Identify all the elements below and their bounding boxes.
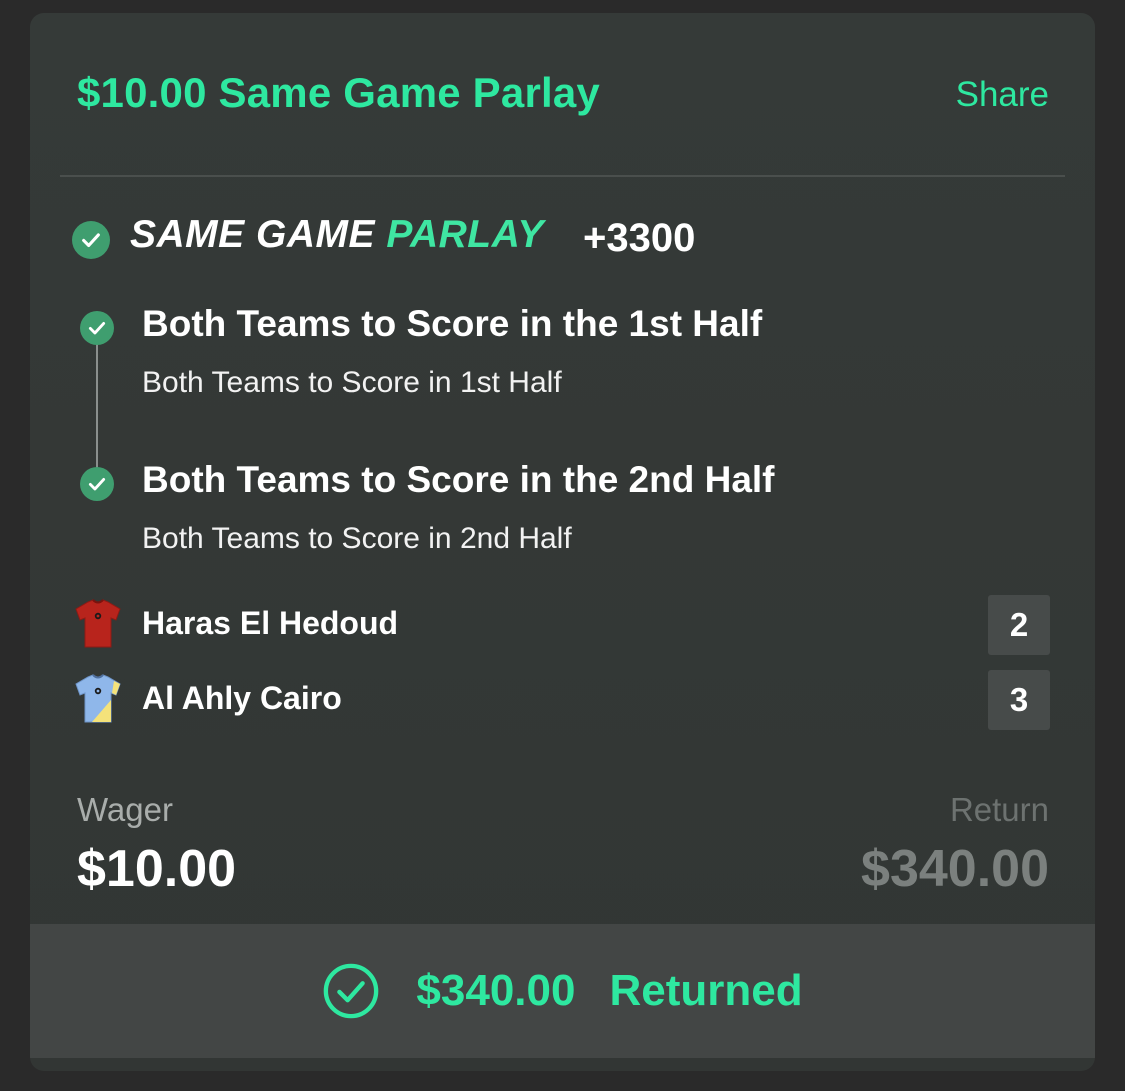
bet-title: $10.00 Same Game Parlay <box>77 69 600 116</box>
team-score: 3 <box>988 670 1050 730</box>
return-label: Return <box>949 791 1049 828</box>
bet-card: $10.00 Same Game Parlay Share SAME GAME … <box>30 13 1095 1071</box>
return-value: $340.00 <box>861 840 1049 898</box>
parlay-odds: +3300 <box>583 216 696 260</box>
team-row: Al Ahly Cairo 3 <box>74 670 1050 730</box>
wager-label: Wager <box>77 791 173 828</box>
blue-yellow-jersey-icon <box>75 674 121 723</box>
check-circle-icon <box>72 221 110 259</box>
returned-label: Returned <box>609 966 803 1015</box>
team-score: 2 <box>988 595 1050 655</box>
leg-title: Both Teams to Score in the 2nd Half <box>142 459 775 500</box>
team-name: Al Ahly Cairo <box>142 680 342 716</box>
leg-subtitle: Both Teams to Score in 2nd Half <box>142 522 572 555</box>
same-game-parlay-logo: SAME GAME PARLAY <box>130 213 544 257</box>
share-button[interactable]: Share <box>956 75 1049 115</box>
logo-word-parlay: PARLAY <box>386 213 544 256</box>
logo-word-same-game: SAME GAME <box>130 213 376 256</box>
parlay-header: SAME GAME PARLAY +3300 <box>72 213 772 263</box>
red-jersey-icon <box>75 599 121 648</box>
team-name: Haras El Hedoud <box>142 605 399 641</box>
check-circle-icon <box>80 311 114 345</box>
team-row: Haras El Hedoud 2 <box>74 595 1050 655</box>
returned-banner: $340.00 Returned <box>30 924 1095 1058</box>
leg-title: Both Teams to Score in the 1st Half <box>142 303 763 344</box>
returned-amount: $340.00 <box>416 966 576 1015</box>
check-circle-icon <box>80 467 114 501</box>
leg-subtitle: Both Teams to Score in 1st Half <box>142 366 562 399</box>
leg-connector-line <box>96 343 98 481</box>
divider <box>60 175 1065 177</box>
check-circle-outline-icon <box>324 963 379 1019</box>
wager-value: $10.00 <box>77 840 237 898</box>
